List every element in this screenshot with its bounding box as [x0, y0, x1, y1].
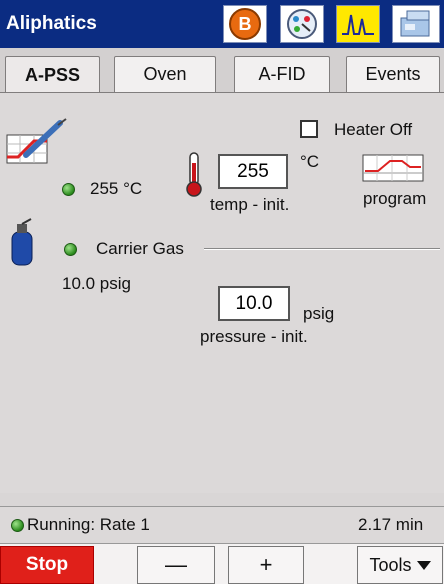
oven-actual-temp: 255 °C — [90, 179, 143, 198]
run-status-text: Running: Rate 1 — [27, 515, 150, 534]
run-time: 2.17 min — [358, 515, 424, 534]
chevron-down-icon — [416, 555, 431, 576]
tab-a-pss[interactable]: A-PSS — [5, 56, 100, 93]
temp-init-label: temp - init. — [210, 195, 290, 214]
temp-unit: °C — [300, 152, 320, 171]
status-bar: Running: Rate 1 2.17 min — [0, 506, 444, 543]
temp-init-input[interactable]: 255 — [218, 154, 288, 189]
gas-cylinder-icon — [9, 218, 35, 271]
carrier-status-led — [64, 243, 77, 256]
temp-program-icon — [4, 117, 70, 172]
carrier-actual-pressure: 10.0 psig — [62, 274, 131, 293]
carrier-divider — [204, 248, 440, 250]
chromatogram-icon[interactable] — [336, 5, 380, 43]
stop-button[interactable]: Stop — [0, 546, 94, 584]
tab-oven[interactable]: Oven — [114, 56, 216, 92]
tab-strip: A-PSS Oven A-FID Events — [0, 48, 444, 93]
oven-status-led — [62, 183, 75, 196]
pressure-init-label: pressure - init. — [200, 327, 308, 346]
heater-off-label: Heater Off — [334, 120, 413, 139]
svg-text:B: B — [239, 14, 252, 34]
command-bar: Stop — + Tools — [0, 543, 444, 584]
pressure-init-input[interactable]: 10.0 — [218, 286, 290, 321]
program-label[interactable]: program — [363, 189, 426, 209]
tools-label: Tools — [369, 554, 412, 575]
decrement-button[interactable]: — — [137, 546, 215, 584]
a-pss-panel: Heater Off 255 °C 255 °C temp - init. pr… — [0, 93, 444, 493]
gauge-icon[interactable] — [280, 5, 324, 43]
carrier-gas-title: Carrier Gas — [96, 239, 184, 258]
tools-menu-button[interactable]: Tools — [357, 546, 443, 584]
tab-a-fid[interactable]: A-FID — [234, 56, 330, 92]
instrument-icon[interactable] — [392, 5, 440, 43]
program-icon[interactable] — [362, 153, 424, 188]
running-status-led — [11, 519, 24, 532]
pressure-unit: psig — [303, 304, 335, 323]
heater-off-checkbox[interactable] — [300, 120, 318, 138]
increment-button[interactable]: + — [228, 546, 304, 584]
thermometer-icon — [183, 151, 205, 204]
window-title: Aliphatics — [6, 13, 97, 34]
tab-events[interactable]: Events — [346, 56, 440, 92]
title-bar: Aliphatics B — [0, 0, 444, 48]
b-circle-icon[interactable]: B — [223, 5, 267, 43]
